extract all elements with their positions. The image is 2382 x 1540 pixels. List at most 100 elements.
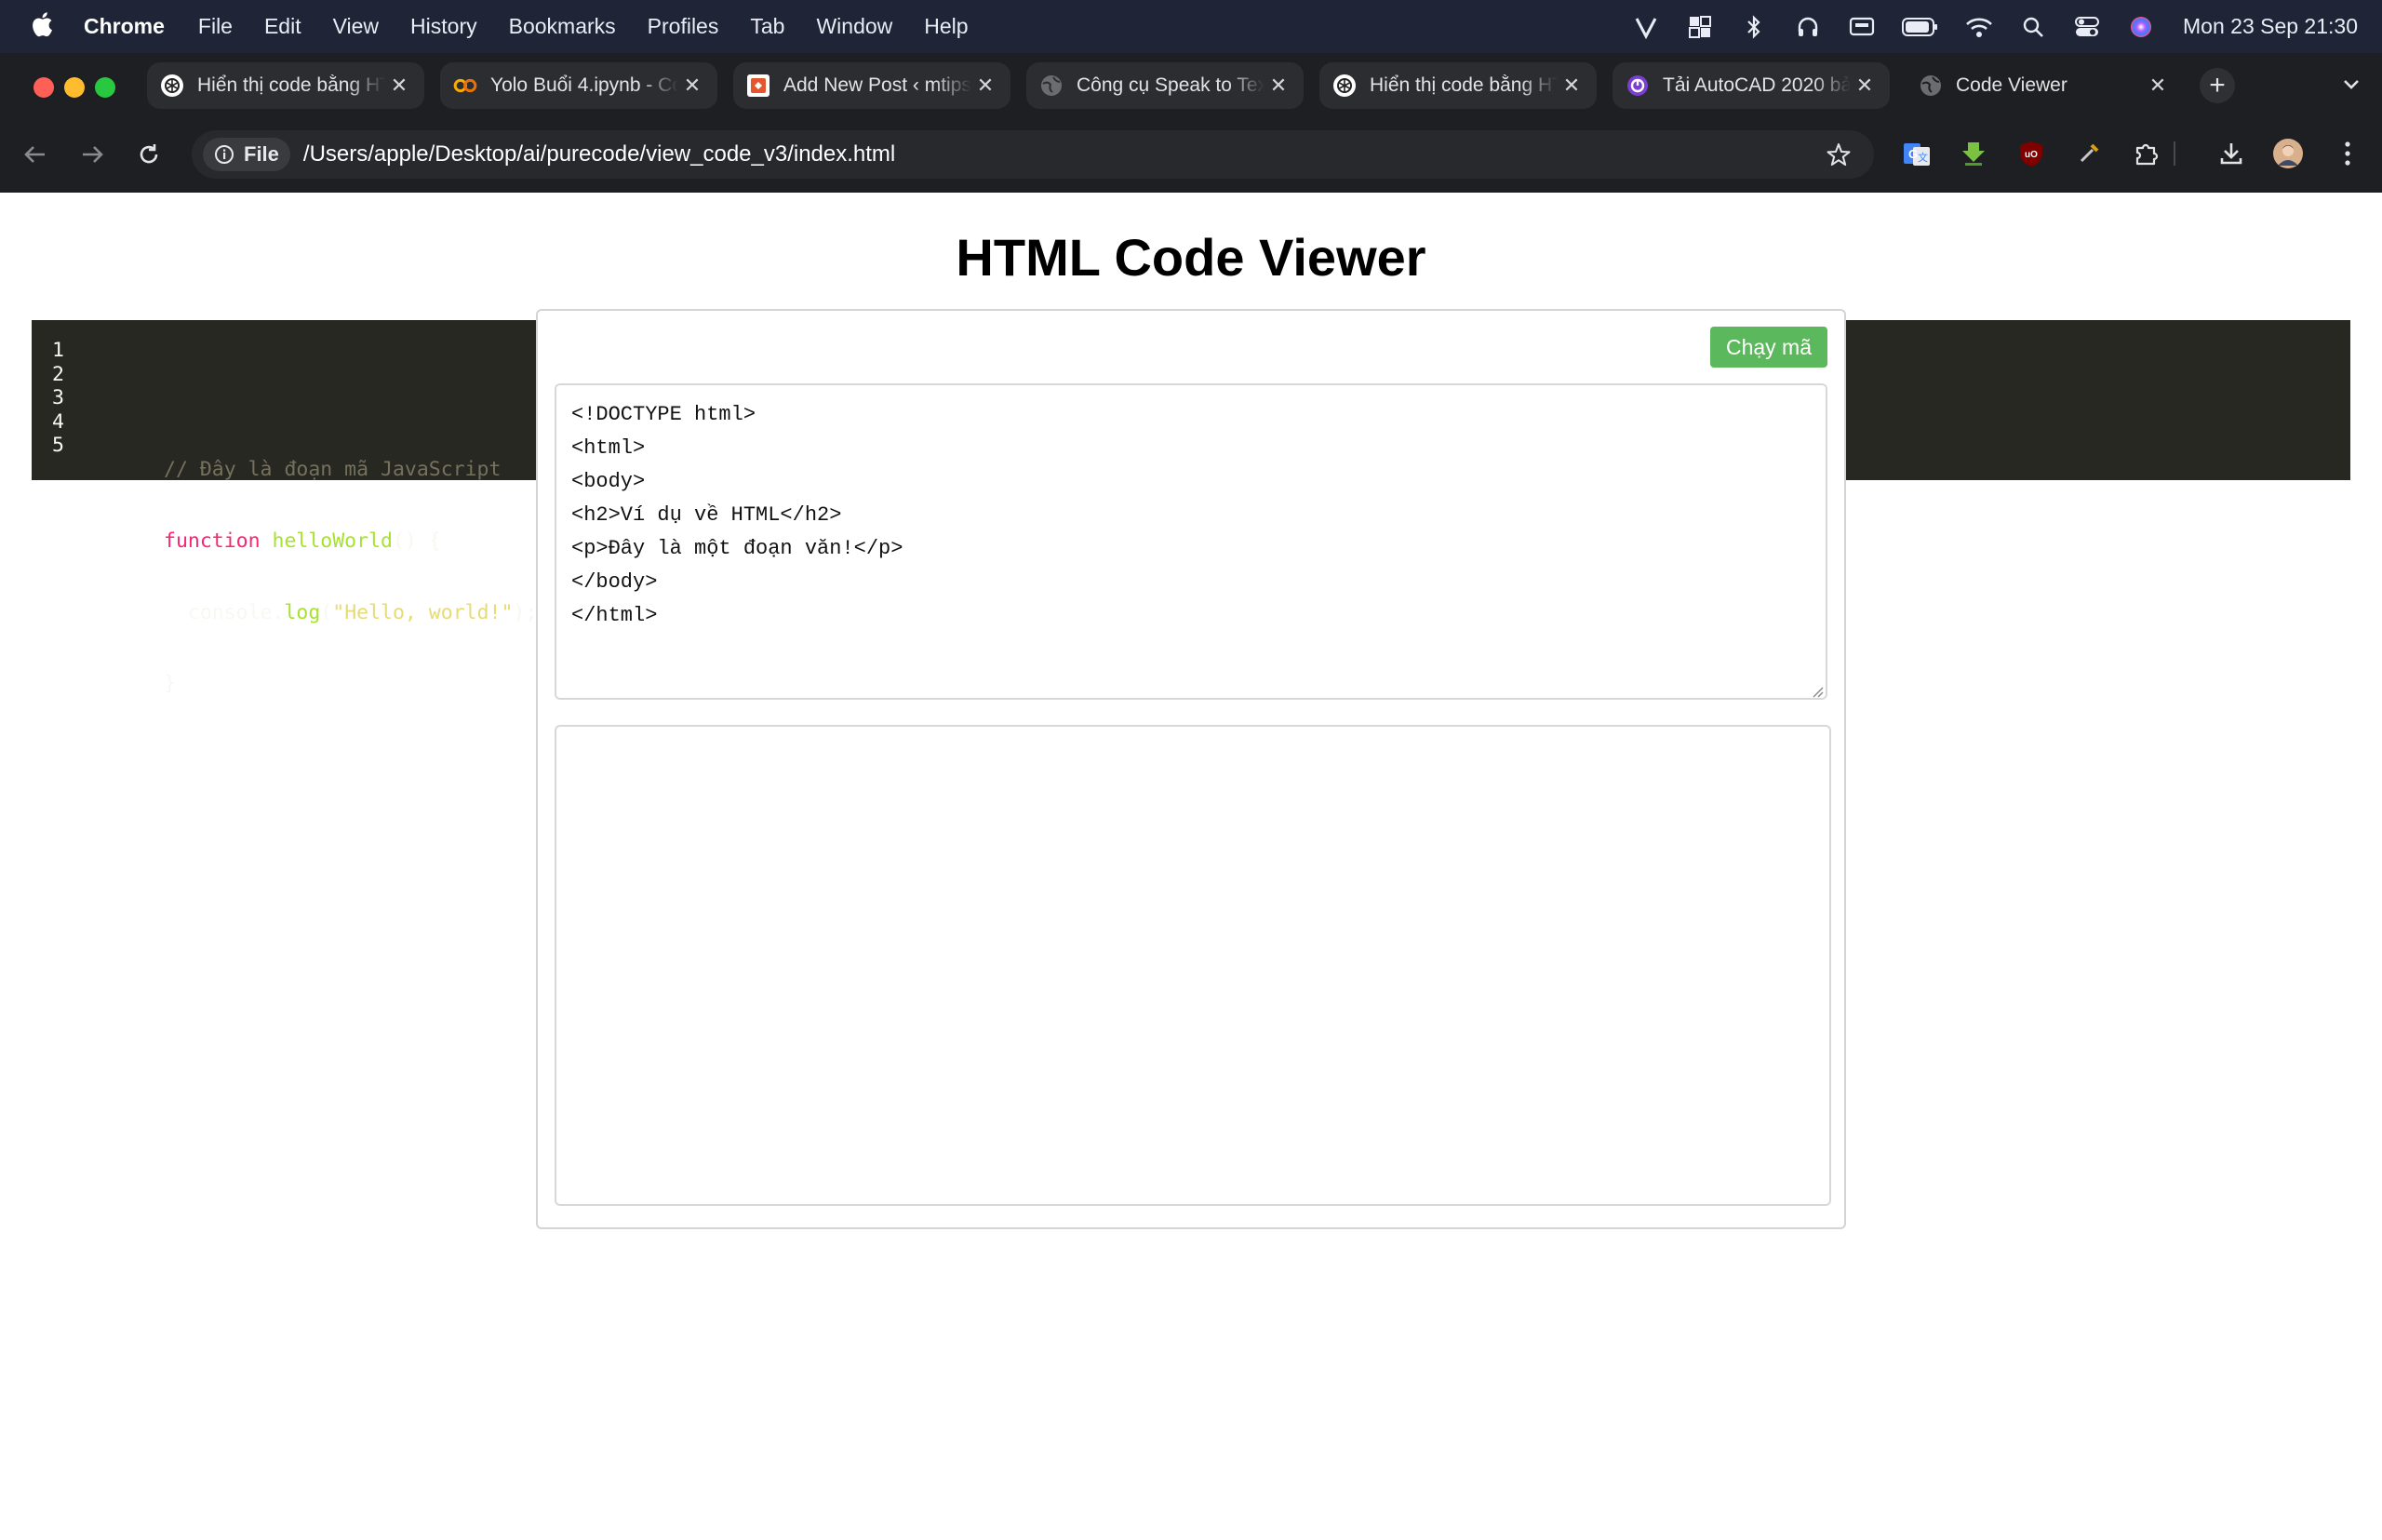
code-function-name: helloWorld <box>272 529 393 553</box>
menu-file[interactable]: File <box>198 14 233 39</box>
browser-tab[interactable]: Hiển thị code bằng HTML ✕ <box>147 62 424 109</box>
new-tab-button[interactable]: + <box>2200 68 2235 103</box>
site-info-chip[interactable]: File <box>203 138 290 171</box>
code-comment: // Đây là đoạn mã JavaScript <box>164 457 502 481</box>
extensions-puzzle-icon[interactable] <box>2131 138 2162 169</box>
browser-tab-active[interactable]: Code Viewer ✕ <box>1906 62 2183 109</box>
line-number: 3 <box>52 386 64 410</box>
tab-title: Hiển thị code bằng HTML <box>197 74 385 96</box>
chatgpt-icon <box>160 74 184 98</box>
url-text[interactable]: /Users/apple/Desktop/ai/purecode/view_co… <box>303 141 895 167</box>
code-line: } <box>164 672 537 696</box>
wordpress-icon <box>746 74 770 98</box>
menu-tab[interactable]: Tab <box>750 14 784 39</box>
toolbar-divider <box>2172 138 2177 169</box>
download-extension-icon[interactable] <box>1958 138 1989 169</box>
chrome-menu-kebab-icon[interactable] <box>2332 138 2363 169</box>
browser-tab[interactable]: Tải AutoCAD 2020 bản ✕ <box>1613 62 1890 109</box>
info-icon <box>215 145 234 164</box>
menu-bar-clock[interactable]: Mon 23 Sep 21:30 <box>2183 14 2358 39</box>
profile-avatar[interactable] <box>2272 138 2304 169</box>
tab-title: Tải AutoCAD 2020 bản <box>1663 74 1851 96</box>
svg-text:uO: uO <box>2025 150 2038 160</box>
code-punctuation: } <box>164 672 176 696</box>
code-string: "Hello, world!" <box>332 600 514 624</box>
textarea-resize-handle-icon[interactable] <box>1811 685 1824 698</box>
color-picker-icon[interactable] <box>2073 138 2105 169</box>
code-punctuation: ); <box>513 600 538 624</box>
tab-title: Code Viewer <box>1956 74 2068 96</box>
menu-app-name[interactable]: Chrome <box>84 14 165 39</box>
code-object: console <box>187 600 273 624</box>
close-tab-icon[interactable]: ✕ <box>1265 72 1292 100</box>
close-tab-icon[interactable]: ✕ <box>971 72 999 100</box>
browser-tab[interactable]: Công cụ Speak to Text ✕ <box>1026 62 1304 109</box>
close-tab-icon[interactable]: ✕ <box>2144 72 2172 100</box>
line-number: 5 <box>52 434 64 458</box>
line-number-gutter: 1 2 3 4 5 <box>52 339 64 458</box>
close-tab-icon[interactable]: ✕ <box>1558 72 1586 100</box>
menu-edit[interactable]: Edit <box>264 14 301 39</box>
code-line: console.log("Hello, world!"); <box>164 601 537 625</box>
window-layout-icon[interactable] <box>1686 13 1714 41</box>
vivaldi-status-icon[interactable] <box>1632 13 1660 41</box>
google-translate-icon[interactable]: G文 <box>1901 138 1933 169</box>
close-tab-icon[interactable]: ✕ <box>678 72 706 100</box>
line-number: 1 <box>52 339 64 362</box>
menu-history[interactable]: History <box>410 14 477 39</box>
bookmark-star-icon[interactable] <box>1826 141 1852 167</box>
site-icon <box>1626 74 1650 98</box>
menu-help[interactable]: Help <box>924 14 968 39</box>
spotlight-search-icon[interactable] <box>2019 13 2047 41</box>
tab-search-chevron-down-icon[interactable] <box>2337 71 2365 99</box>
line-number: 4 <box>52 409 64 434</box>
close-tab-icon[interactable]: ✕ <box>1851 72 1879 100</box>
globe-icon <box>1919 74 1943 98</box>
tab-title: Yolo Buổi 4.ipynb - Colab <box>490 74 678 96</box>
window-minimize-button[interactable] <box>64 77 85 98</box>
window-close-button[interactable] <box>33 77 54 98</box>
close-tab-icon[interactable]: ✕ <box>385 72 413 100</box>
tab-title: Công cụ Speak to Text <box>1077 74 1265 96</box>
back-arrow-icon[interactable] <box>19 138 52 171</box>
bluetooth-icon[interactable] <box>1740 13 1768 41</box>
ublock-origin-icon[interactable]: uO <box>2015 138 2047 169</box>
address-bar[interactable]: File /Users/apple/Desktop/ai/purecode/vi… <box>192 130 1874 179</box>
menu-profiles[interactable]: Profiles <box>648 14 719 39</box>
svg-text:文: 文 <box>1918 151 1928 164</box>
siri-icon[interactable] <box>2127 13 2155 41</box>
downloads-icon[interactable] <box>2215 138 2247 169</box>
screen-mirroring-icon[interactable] <box>1848 13 1876 41</box>
run-code-button[interactable]: Chạy mã <box>1710 327 1827 368</box>
window-zoom-button[interactable] <box>95 77 115 98</box>
code-punctuation: . <box>272 600 285 624</box>
menu-view[interactable]: View <box>333 14 379 39</box>
chatgpt-icon <box>1332 74 1357 98</box>
menu-bookmarks[interactable]: Bookmarks <box>509 14 616 39</box>
browser-tab[interactable]: Hiển thị code bằng HTML ✕ <box>1319 62 1597 109</box>
page-title: HTML Code Viewer <box>956 228 1426 287</box>
code-line: function helloWorld() { <box>164 529 537 554</box>
menu-window[interactable]: Window <box>816 14 892 39</box>
code-method: log <box>284 600 321 624</box>
code-line: // Đây là đoạn mã JavaScript <box>164 458 537 482</box>
browser-tab[interactable]: Yolo Buổi 4.ipynb - Colab ✕ <box>440 62 717 109</box>
control-center-icon[interactable] <box>2073 13 2101 41</box>
tab-title: Add New Post ‹ mtips <box>783 74 971 96</box>
reload-icon[interactable] <box>132 138 166 171</box>
forward-arrow-icon[interactable] <box>75 138 109 171</box>
headphones-icon[interactable] <box>1794 13 1822 41</box>
colab-icon <box>453 74 477 98</box>
battery-icon[interactable] <box>1902 13 1939 41</box>
browser-tab[interactable]: Add New Post ‹ mtips ✕ <box>733 62 1010 109</box>
code-lines: // Đây là đoạn mã JavaScript function he… <box>164 339 537 743</box>
code-punctuation: ( <box>320 600 333 624</box>
globe-icon <box>1039 74 1064 98</box>
html-preview-output[interactable] <box>555 725 1831 1206</box>
apple-logo-icon[interactable] <box>31 10 53 38</box>
html-code-input[interactable]: <!DOCTYPE html> <html> <body> <h2>Ví dụ … <box>555 383 1827 700</box>
tab-title: Hiển thị code bằng HTML <box>1370 74 1558 96</box>
line-number: 2 <box>52 362 64 386</box>
wifi-icon[interactable] <box>1965 13 1993 41</box>
